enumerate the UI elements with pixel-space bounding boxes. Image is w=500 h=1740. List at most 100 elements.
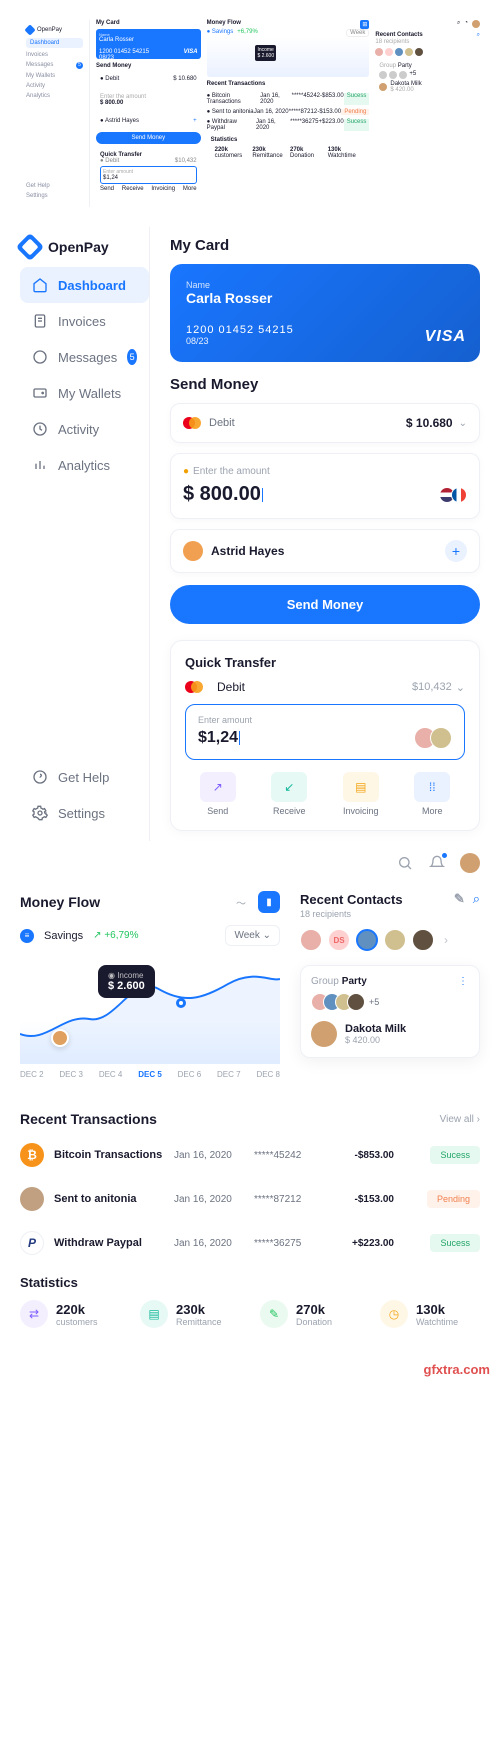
logo[interactable]: OpenPay (20, 237, 149, 267)
nav-label: Invoices (58, 314, 106, 329)
mastercard-icon (183, 417, 201, 429)
stat-item: ✎270kDonation (260, 1300, 360, 1328)
range-selector[interactable]: Week ⌄ (225, 925, 280, 946)
money-flow-chart: ◉ Income $ 2.600 (20, 954, 280, 1064)
stat-icon: ▤ (140, 1300, 168, 1328)
quick-transfer-card: Quick Transfer ● Debit$10,432 Enter amou… (96, 148, 201, 196)
quick-send-button[interactable]: ↗Send (185, 772, 251, 816)
nav-help[interactable]: Get Help (20, 759, 149, 795)
send-button[interactable]: Send Money (96, 132, 201, 144)
nav-analytics[interactable]: Analytics (26, 91, 83, 101)
quick-amount-input[interactable]: Enter amount$1,24 (100, 166, 197, 184)
recipient-selector[interactable]: Astrid Hayes + (170, 529, 480, 573)
transaction-icon: P (20, 1231, 44, 1255)
contacts-title: Recent Contacts (300, 892, 403, 907)
view-all-link[interactable]: View all › (440, 1114, 480, 1125)
currency-selector[interactable] (443, 487, 467, 503)
stat-item: ⇄220kcustomers (20, 1300, 120, 1328)
series-icon: ≡ (20, 929, 34, 943)
profile-avatar[interactable] (460, 853, 480, 873)
nav-help[interactable]: Get Help (26, 181, 83, 191)
nav-dashboard[interactable]: Dashboard (20, 267, 149, 303)
card-expiry: 08/23 (186, 336, 464, 346)
chart-tooltip: ◉ Income $ 2.600 (98, 965, 155, 998)
avatar (311, 1021, 337, 1047)
send-money-title: Send Money (170, 376, 480, 393)
contacts-avatars: DS › (300, 929, 480, 951)
credit-card[interactable]: Name Carla Rosser 1200 01452 54215 08/23… (170, 264, 480, 362)
add-recipient-button[interactable]: + (445, 540, 467, 562)
contact-avatar[interactable] (300, 929, 322, 951)
quick-method-selector[interactable]: Debit $10,432 ⌄ (185, 680, 465, 694)
quick-more-button[interactable]: ⁞⁞More (400, 772, 466, 816)
transaction-date: Jan 16, 2020 (174, 1150, 244, 1161)
chat-icon (32, 349, 48, 365)
recipient-row[interactable]: ● Astrid Hayes+ (96, 114, 201, 128)
logo: OpenPay (26, 26, 83, 34)
stat-label: Watchtime (416, 1317, 458, 1327)
stat-item: ▤230kRemittance (140, 1300, 240, 1328)
quick-receive-button[interactable]: ↙Receive (257, 772, 323, 816)
transaction-amount: -$153.00 (334, 1194, 394, 1205)
contact-avatar[interactable] (356, 929, 378, 951)
visa-logo: VISA (425, 328, 466, 346)
chevron-right-icon[interactable]: › (444, 933, 448, 947)
bar-chart-icon[interactable]: ▮ (258, 891, 280, 913)
transaction-status: Sucess (430, 1234, 480, 1252)
nav-messages[interactable]: Messages 5 (20, 339, 149, 375)
trend-icon[interactable]: ～ (230, 891, 252, 913)
nav-label: Messages (58, 350, 117, 365)
mastercard-icon (185, 681, 203, 693)
send-money-button[interactable]: Send Money (170, 585, 480, 624)
amount-input[interactable]: $ 800.00 (183, 483, 261, 506)
nav-activity[interactable]: Activity (20, 411, 149, 447)
group-card[interactable]: Group Party +5 Dakota Milk$ 420.00 (375, 59, 480, 97)
nav-messages[interactable]: Messages5 (26, 60, 83, 71)
avatar (183, 541, 203, 561)
nav-settings[interactable]: Settings (20, 795, 149, 831)
debit-card-selector[interactable]: ● Debit$ 10.680 (96, 72, 201, 86)
nav-invoices[interactable]: Invoices (20, 303, 149, 339)
transaction-row[interactable]: ● Bitcoin TransactionsJan 16, 2020*****4… (207, 91, 370, 107)
nav-dashboard[interactable]: Dashboard (26, 38, 83, 48)
stat-icon: ⇄ (20, 1300, 48, 1328)
payment-method-selector[interactable]: Debit $ 10.680 ⌄ (170, 403, 480, 443)
contact-avatar[interactable] (384, 929, 406, 951)
amount-input-card: ●Enter the amount $ 800.00 (170, 453, 480, 519)
quick-invoicing-button[interactable]: ▤Invoicing (328, 772, 394, 816)
nav-label: My Wallets (58, 386, 121, 401)
edit-icon[interactable]: ✎ (454, 891, 465, 907)
nav-analytics[interactable]: Analytics (20, 447, 149, 483)
contact-avatar[interactable]: DS (328, 929, 350, 951)
transaction-row[interactable]: ₿Bitcoin TransactionsJan 16, 2020*****45… (0, 1133, 500, 1177)
transaction-icon (20, 1187, 44, 1211)
nav-wallets[interactable]: My Wallets (20, 375, 149, 411)
transaction-date: Jan 16, 2020 (174, 1238, 244, 1249)
transaction-row[interactable]: Sent to anitoniaJan 16, 2020*****87212-$… (0, 1177, 500, 1221)
amount-input[interactable]: Enter the amount$ 800.00 (96, 90, 201, 110)
search-icon[interactable]: ⌕ (457, 20, 460, 28)
credit-card[interactable]: Name Carla Rosser 1200 01452 5421508/23 … (96, 29, 201, 59)
group-card[interactable]: GroupParty ⋮ +5 Dakota Milk $ 420.00 (300, 965, 480, 1058)
nav-settings[interactable]: Settings (26, 191, 83, 201)
transaction-status: Sucess (430, 1146, 480, 1164)
bell-icon[interactable]: ◔ (464, 20, 468, 28)
nav-activity[interactable]: Activity (26, 81, 83, 91)
contact-avatar[interactable] (412, 929, 434, 951)
search-icon[interactable] (396, 854, 414, 872)
quick-amount-input[interactable]: Enter amount $1,24 (185, 704, 465, 760)
gear-icon (32, 805, 48, 821)
search-icon[interactable]: ⌕ (473, 891, 480, 907)
transaction-card: *****87212 (254, 1194, 324, 1205)
avatar[interactable] (472, 20, 480, 28)
nav-wallets[interactable]: My Wallets (26, 71, 83, 81)
transaction-row[interactable]: ● Sent to anitoniaJan 16, 2020*****87212… (207, 107, 370, 117)
transaction-row[interactable]: ● Withdraw PaypalJan 16, 2020*****36275+… (207, 117, 370, 133)
notification-icon[interactable] (428, 854, 446, 872)
transaction-row[interactable]: PWithdraw PaypalJan 16, 2020*****36275+$… (0, 1221, 500, 1265)
mycard-title: My Card (170, 237, 480, 254)
menu-icon[interactable]: ⋮ (458, 976, 469, 987)
transaction-amount: -$853.00 (334, 1150, 394, 1161)
nav-invoices[interactable]: Invoices (26, 50, 83, 60)
chevron-down-icon: ⌄ (456, 681, 465, 694)
